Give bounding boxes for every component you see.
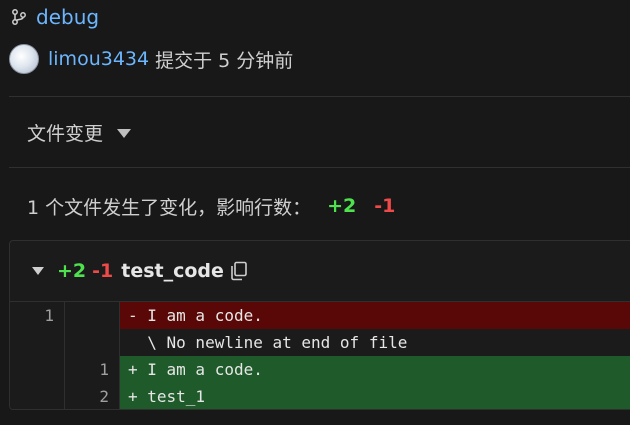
- file-diff-panel: +2 -1 test_code 1 - I am a code. \ No ne…: [9, 240, 630, 410]
- diff-row-context: \ No newline at end of file: [10, 329, 630, 356]
- file-additions: +2: [57, 260, 87, 282]
- divider: [9, 96, 630, 97]
- new-line-number: 2: [65, 383, 120, 409]
- file-name: test_code: [121, 260, 224, 282]
- avatar[interactable]: [9, 44, 39, 74]
- git-branch-icon: [12, 9, 26, 25]
- old-line-number: [10, 383, 65, 409]
- diff-code: \ No newline at end of file: [120, 329, 630, 356]
- summary-deletions: -1: [374, 195, 396, 217]
- branch-link[interactable]: debug: [36, 5, 99, 29]
- summary-text: 1 个文件发生了变化，影响行数：: [27, 196, 312, 219]
- diff-table: 1 - I am a code. \ No newline at end of …: [10, 302, 630, 409]
- diff-summary: 1 个文件发生了变化，影响行数： +2 -1: [27, 192, 395, 220]
- commit-time: 提交于 5 分钟前: [155, 49, 294, 72]
- file-deletions: -1: [92, 260, 114, 282]
- diff-code: - I am a code.: [120, 302, 630, 329]
- diff-row-added: 2 + test_1: [10, 383, 630, 409]
- caret-down-icon: [117, 128, 132, 138]
- branch-row: debug: [10, 4, 99, 30]
- commit-user-link[interactable]: limou3434: [48, 48, 149, 70]
- new-line-number: [65, 329, 120, 356]
- new-line-number: 1: [65, 356, 120, 383]
- collapse-caret-icon[interactable]: [32, 267, 44, 275]
- new-line-number: [65, 302, 120, 329]
- old-line-number: [10, 356, 65, 383]
- copy-icon[interactable]: [230, 261, 248, 281]
- old-line-number: [10, 329, 65, 356]
- divider: [9, 167, 630, 168]
- file-changes-title: 文件变更: [27, 122, 104, 145]
- diff-row-deleted: 1 - I am a code.: [10, 302, 630, 329]
- diff-code: + test_1: [120, 383, 630, 409]
- summary-additions: +2: [327, 195, 357, 217]
- diff-code: + I am a code.: [120, 356, 630, 383]
- diff-row-added: 1 + I am a code.: [10, 356, 630, 383]
- commit-row: limou3434 提交于 5 分钟前: [9, 43, 293, 75]
- file-diff-header: +2 -1 test_code: [10, 241, 630, 302]
- old-line-number: 1: [10, 302, 65, 329]
- file-changes-toggle[interactable]: 文件变更: [27, 118, 132, 146]
